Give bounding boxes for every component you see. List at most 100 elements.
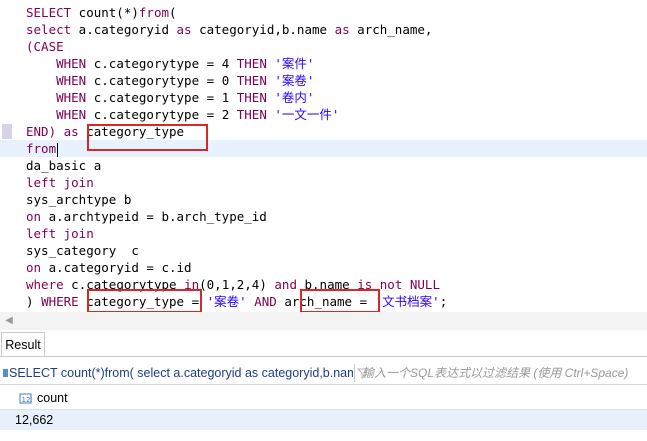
code-line[interactable]: END) as category_type xyxy=(0,123,647,140)
code-token: WHEN xyxy=(56,107,87,122)
code-token: SELECT xyxy=(26,5,72,20)
code-lines[interactable]: SELECT count(*)from(select a.categoryid … xyxy=(0,4,647,310)
filter-expression-input[interactable] xyxy=(362,363,646,383)
code-token: sys_archtype b xyxy=(26,192,132,207)
code-token: da_basic a xyxy=(26,158,102,173)
code-token: END) xyxy=(26,124,57,139)
code-line[interactable]: WHEN c.categorytype = 0 THEN '案卷' xyxy=(0,72,647,89)
line-change-marker xyxy=(2,124,12,139)
code-token: select xyxy=(26,22,72,37)
code-token: c.categorytype = xyxy=(86,56,222,71)
code-token: THEN xyxy=(236,90,267,105)
code-token: a.archtypeid = b.arch_type_id xyxy=(41,209,267,224)
code-token: WHERE xyxy=(41,294,79,309)
sql-editor[interactable]: SELECT count(*)from(select a.categoryid … xyxy=(0,0,647,312)
code-line[interactable]: ) WHERE category_type = '案卷' AND arch_na… xyxy=(0,293,647,310)
code-token: count(*) xyxy=(71,5,139,20)
code-token: a.categoryid xyxy=(71,22,177,37)
code-line[interactable]: WHEN c.categorytype = 4 THEN '案件' xyxy=(0,55,647,72)
svg-text:123: 123 xyxy=(22,396,33,404)
scroll-left-arrow-icon[interactable]: ◀ xyxy=(0,312,18,330)
code-token: '一文一件' xyxy=(274,107,340,122)
code-token: WHEN xyxy=(56,90,87,105)
tab-result[interactable]: Result xyxy=(1,332,45,356)
code-token: category_type = xyxy=(78,294,207,309)
code-token: from xyxy=(26,141,57,156)
code-token: b.name xyxy=(296,277,358,292)
code-token: sys_category c xyxy=(26,243,139,258)
code-token: categoryid,b.name xyxy=(191,22,335,37)
code-token: '文书档案' xyxy=(374,294,440,309)
query-bar: SELECT count(*)from( select a.categoryid… xyxy=(0,362,647,385)
code-token: (CASE xyxy=(26,39,64,54)
code-token: as xyxy=(63,124,79,139)
code-token: AND xyxy=(254,294,277,309)
code-token: '案卷' xyxy=(274,73,315,88)
code-line[interactable]: select a.categoryid as categoryid,b.name… xyxy=(0,21,647,38)
cell-count-value[interactable]: 12,662 xyxy=(15,410,53,430)
code-token: arch_name = xyxy=(276,294,375,309)
code-token: as xyxy=(334,22,350,37)
code-token: as xyxy=(176,22,192,37)
code-token: ; xyxy=(439,294,448,309)
code-token: ( xyxy=(169,5,177,20)
code-token: left join xyxy=(26,175,94,190)
code-token: is not NULL xyxy=(357,277,440,292)
table-row[interactable]: 12,662 xyxy=(0,410,647,430)
code-token: on xyxy=(26,260,42,275)
code-token: WHEN xyxy=(56,73,87,88)
code-token: left join xyxy=(26,226,94,241)
code-token: category_type xyxy=(78,124,185,139)
code-token: arch_name, xyxy=(349,22,433,37)
text-cursor xyxy=(57,142,59,157)
code-token: in xyxy=(184,277,200,292)
query-preview[interactable]: SELECT count(*)from( select a.categoryid… xyxy=(9,362,353,384)
results-grid-empty-area xyxy=(0,430,647,441)
code-token: a.categoryid = c.id xyxy=(41,260,192,275)
code-token: c.categorytype = xyxy=(86,107,222,122)
code-token: c.categorytype = xyxy=(86,90,222,105)
code-line[interactable]: on a.categoryid = c.id xyxy=(0,259,647,276)
code-token: on xyxy=(26,209,42,224)
code-line[interactable]: sys_category c xyxy=(0,242,647,259)
code-token: ) xyxy=(26,294,42,309)
code-token: WHEN xyxy=(56,56,87,71)
code-token: THEN xyxy=(236,107,267,122)
result-tab-bar: Result xyxy=(0,332,647,357)
code-token: (0,1,2,4) xyxy=(199,277,275,292)
query-bar-divider xyxy=(354,364,355,382)
code-token: c.categorytype = xyxy=(86,73,222,88)
code-token: from xyxy=(138,5,169,20)
code-line[interactable]: sys_archtype b xyxy=(0,191,647,208)
code-token: THEN xyxy=(236,56,267,71)
code-line[interactable]: on a.archtypeid = b.arch_type_id xyxy=(0,208,647,225)
code-line[interactable]: SELECT count(*)from( xyxy=(0,4,647,21)
code-token: and xyxy=(274,277,297,292)
code-line[interactable]: WHEN c.categorytype = 2 THEN '一文一件' xyxy=(0,106,647,123)
code-line[interactable]: left join xyxy=(0,174,647,191)
code-token: THEN xyxy=(236,73,267,88)
code-token: '案卷' xyxy=(206,294,247,309)
code-token: '案件' xyxy=(274,56,315,71)
code-line[interactable]: where c.categorytype in(0,1,2,4) and b.n… xyxy=(0,276,647,293)
code-line[interactable]: WHEN c.categorytype = 1 THEN '卷内' xyxy=(0,89,647,106)
column-header-count[interactable]: count xyxy=(37,388,68,409)
code-line[interactable]: da_basic a xyxy=(0,157,647,174)
code-line[interactable]: from xyxy=(0,140,647,157)
code-line[interactable]: left join xyxy=(0,225,647,242)
code-line[interactable]: (CASE xyxy=(0,38,647,55)
code-token: c.categorytype xyxy=(63,277,185,292)
results-grid-header: 123 count xyxy=(0,388,647,410)
code-token: where xyxy=(26,277,64,292)
editor-horizontal-scrollbar[interactable]: ◀ xyxy=(0,312,647,330)
numeric-column-icon: 123 xyxy=(19,393,33,404)
